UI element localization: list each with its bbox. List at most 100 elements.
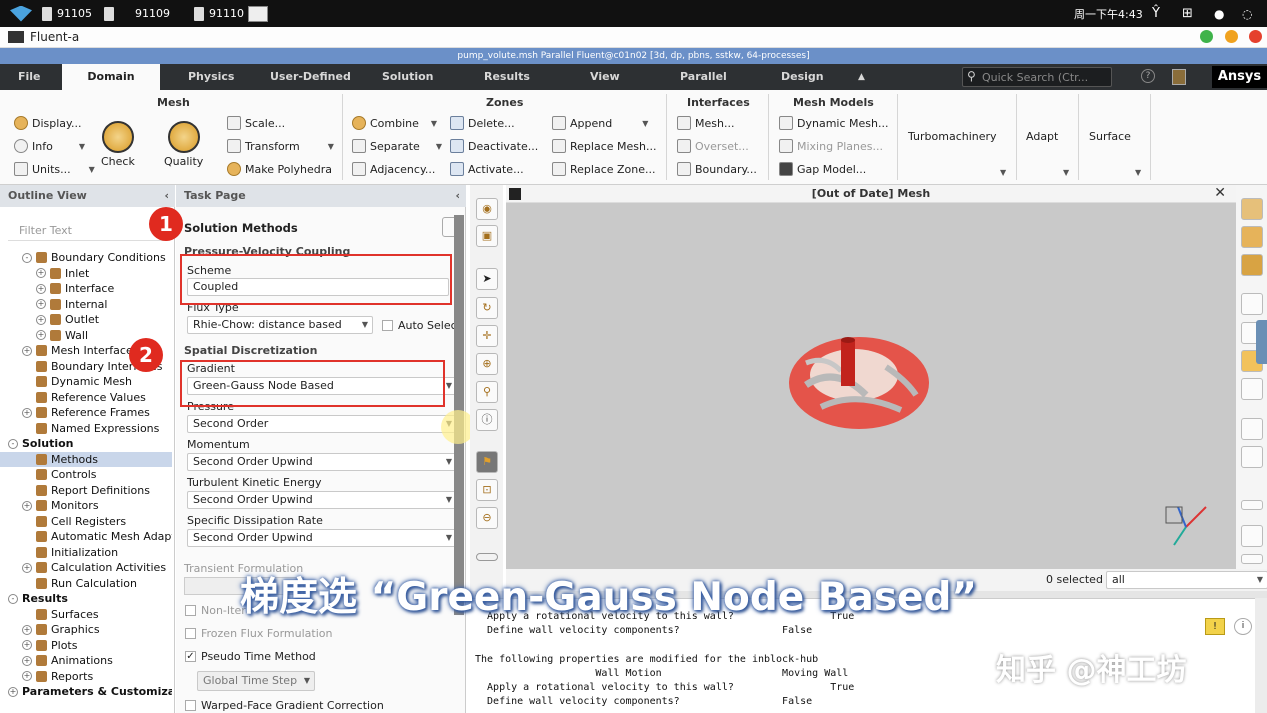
expand-icon[interactable]: + (36, 268, 46, 278)
transform-button[interactable]: Transform ▼ (227, 139, 334, 153)
expand-icon[interactable]: + (22, 655, 32, 666)
tree-item[interactable]: Cell Registers (0, 514, 172, 529)
warning-icon[interactable]: ! (1205, 618, 1225, 635)
tree-item[interactable]: + Interface (0, 281, 172, 296)
combine-button[interactable]: Combine ▼ (352, 116, 437, 130)
expand-icon[interactable]: + (22, 640, 32, 650)
pseudo-time-checkbox[interactable]: ✓ Pseudo Time Method (185, 650, 316, 663)
toggle-icon[interactable] (1241, 446, 1263, 468)
chevron-down-icon[interactable]: ▼ (1063, 168, 1069, 177)
copy-icon[interactable] (1241, 525, 1263, 547)
collapse-icon[interactable]: - (8, 593, 18, 604)
tree-item[interactable]: - Solution (0, 436, 172, 451)
user-icon[interactable]: ● (1214, 0, 1224, 27)
auto-select-checkbox[interactable]: Auto Select (382, 319, 462, 332)
zoom-icon[interactable]: ⚲ (476, 381, 498, 403)
view-box-icon[interactable]: ▣ (476, 225, 498, 247)
menu-solution[interactable]: Solution (382, 64, 434, 90)
interfaces-boundary-button[interactable]: Boundary... (677, 162, 757, 176)
append-button[interactable]: Append ▼ (552, 116, 648, 130)
scale-button[interactable]: Scale... (227, 116, 285, 130)
frozen-flux-checkbox[interactable]: Frozen Flux Formulation (185, 627, 332, 640)
network-icon[interactable]: Ŷ (1152, 0, 1160, 27)
expand-icon[interactable]: + (22, 500, 32, 511)
app-launcher-icon[interactable] (10, 0, 32, 27)
tree-item[interactable]: + Monitors (0, 498, 172, 513)
tree-item[interactable]: Initialization (0, 545, 172, 560)
expand-icon[interactable]: + (8, 686, 18, 697)
overset-button[interactable]: Overset... (677, 139, 749, 153)
rotate-view-icon[interactable] (1241, 378, 1263, 400)
menu-view[interactable]: View (590, 64, 620, 90)
interfaces-mesh-button[interactable]: Mesh... (677, 116, 734, 130)
tree-item[interactable]: + Graphics (0, 622, 172, 637)
tree-item[interactable]: Controls (0, 467, 172, 482)
close-viewport-icon[interactable]: ✕ (1214, 185, 1226, 201)
tree-item[interactable]: Dynamic Mesh (0, 374, 172, 389)
probe-info-icon[interactable]: ⓘ (476, 409, 498, 431)
surface-group[interactable]: Surface (1089, 130, 1131, 143)
toolbar-toggle-icon[interactable] (1241, 500, 1263, 510)
menu-results[interactable]: Results (484, 64, 530, 90)
console-info-icon[interactable]: i (1234, 618, 1252, 635)
tke-select[interactable]: Second Order Upwind ▼ (187, 491, 457, 509)
turbomachinery-group[interactable]: Turbomachinery (908, 130, 997, 143)
pointer-icon[interactable]: ➤ (476, 268, 498, 290)
adapt-group[interactable]: Adapt (1026, 130, 1058, 143)
chevron-down-icon[interactable]: ▼ (1135, 168, 1141, 177)
dynamic-mesh-button[interactable]: Dynamic Mesh... (779, 116, 888, 130)
menu-user-defined[interactable]: User-Defined (270, 64, 351, 90)
tree-item[interactable]: + Animations (0, 653, 172, 668)
toolbar-toggle-icon[interactable] (476, 553, 498, 561)
zoom-out-icon[interactable]: ⊖ (476, 507, 498, 529)
side-panel-handle[interactable] (1256, 320, 1267, 364)
tree-item[interactable]: + Parameters & Customization (0, 684, 172, 699)
expand-icon[interactable]: + (22, 671, 32, 681)
zoom-in-icon[interactable]: ⊕ (476, 353, 498, 375)
lighting-icon[interactable] (1241, 254, 1263, 276)
menu-file[interactable]: File (18, 64, 41, 90)
axes-icon[interactable] (1241, 418, 1263, 440)
flux-type-select[interactable]: Rhie-Chow: distance based ▼ (187, 316, 373, 334)
collapse-panel-icon[interactable]: ‹ (455, 185, 460, 207)
taskbar-item[interactable]: 91110 (194, 0, 244, 27)
mixing-planes-button[interactable]: Mixing Planes... (779, 139, 883, 153)
maximize-button[interactable] (1225, 30, 1238, 43)
momentum-select[interactable]: Second Order Upwind ▼ (187, 453, 457, 471)
rotate-icon[interactable]: ↻ (476, 297, 498, 319)
minimize-button[interactable] (1200, 30, 1213, 43)
pan-icon[interactable]: ✛ (476, 325, 498, 347)
toolbar-toggle-icon[interactable] (1241, 554, 1263, 564)
global-time-step-select[interactable]: Global Time Step ▼ (197, 671, 315, 691)
menu-parallel[interactable]: Parallel (680, 64, 727, 90)
zoom-box-icon[interactable]: ⊡ (476, 479, 498, 501)
expand-icon[interactable]: + (36, 314, 46, 325)
gap-model-button[interactable]: Gap Model... (779, 162, 866, 176)
quick-search-field[interactable]: ⚲ Quick Search (Ctr... (962, 67, 1112, 87)
tree-item[interactable]: - Boundary Conditions (0, 250, 172, 265)
help-icon[interactable]: ? (1141, 69, 1155, 83)
tree-item[interactable]: + Reference Frames (0, 405, 172, 420)
tree-item[interactable]: + Reports (0, 669, 172, 684)
expand-icon[interactable]: + (22, 345, 32, 356)
shading-icon[interactable] (1241, 226, 1263, 248)
close-button[interactable] (1249, 30, 1262, 43)
tree-item[interactable]: Report Definitions (0, 483, 172, 498)
graphics-display-icon[interactable]: ◉ (476, 198, 498, 220)
tree-item[interactable]: Reference Values (0, 390, 172, 405)
collapse-panel-icon[interactable]: ‹ (164, 185, 169, 207)
collapse-ribbon-icon[interactable]: ▲ (858, 64, 865, 90)
expand-icon[interactable]: + (22, 624, 32, 635)
expand-icon[interactable]: + (36, 299, 46, 309)
chat-icon[interactable]: ◌ (1242, 0, 1252, 27)
warped-face-checkbox[interactable]: Warped-Face Gradient Correction (185, 699, 384, 712)
notes-icon[interactable] (1172, 69, 1186, 85)
tree-item[interactable]: + Plots (0, 638, 172, 653)
separate-button[interactable]: Separate ▼ (352, 139, 442, 153)
selection-filter-select[interactable]: all ▼ (1106, 571, 1267, 589)
menu-design[interactable]: Design (781, 64, 824, 90)
visibility-icon[interactable] (1241, 293, 1263, 315)
surface-display-icon[interactable] (1241, 198, 1263, 220)
units-button[interactable]: Units... ▼ (14, 162, 95, 176)
menu-domain[interactable]: Domain (62, 64, 160, 90)
